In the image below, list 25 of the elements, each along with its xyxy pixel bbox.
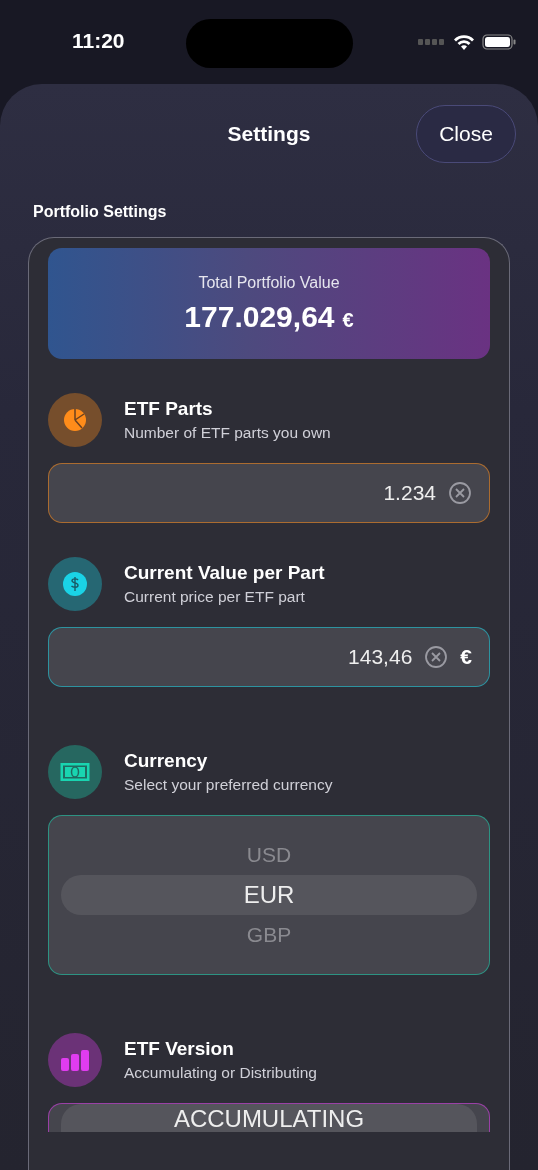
currency-symbol: € bbox=[342, 308, 354, 332]
unit-symbol: € bbox=[460, 645, 472, 669]
clear-icon[interactable] bbox=[424, 645, 449, 669]
sheet-title: Settings bbox=[227, 122, 311, 146]
wheel-picker[interactable]: USD EUR GBP bbox=[48, 815, 490, 975]
setting-subtitle: Accumulating or Distributing bbox=[124, 1064, 317, 1082]
total-amount: 177.029,64 bbox=[184, 299, 335, 334]
close-button[interactable]: Close bbox=[416, 105, 516, 163]
setting-title: ETF Version bbox=[124, 1038, 235, 1060]
setting-subtitle: Select your preferred currency bbox=[124, 776, 333, 794]
battery-icon bbox=[482, 34, 516, 50]
signal-icon bbox=[418, 39, 446, 45]
wifi-icon bbox=[453, 34, 475, 50]
setting-subtitle: Current price per ETF part bbox=[124, 588, 306, 606]
section-title: Portfolio Settings bbox=[33, 203, 168, 221]
picker-option[interactable]: EUR bbox=[61, 875, 477, 915]
setting-title: Currency bbox=[124, 750, 209, 772]
clear-icon[interactable] bbox=[448, 481, 472, 505]
status-time: 11:20 bbox=[72, 29, 125, 53]
total-label: Total Portfolio Value bbox=[198, 273, 340, 292]
setting-title: ETF Parts bbox=[124, 398, 214, 420]
number-input-field[interactable]: 1.234 bbox=[48, 463, 490, 523]
setting-title: Current Value per Part bbox=[124, 562, 325, 584]
number-input-field[interactable]: 143,46 € bbox=[48, 627, 490, 687]
setting-subtitle: Number of ETF parts you own bbox=[124, 424, 331, 442]
